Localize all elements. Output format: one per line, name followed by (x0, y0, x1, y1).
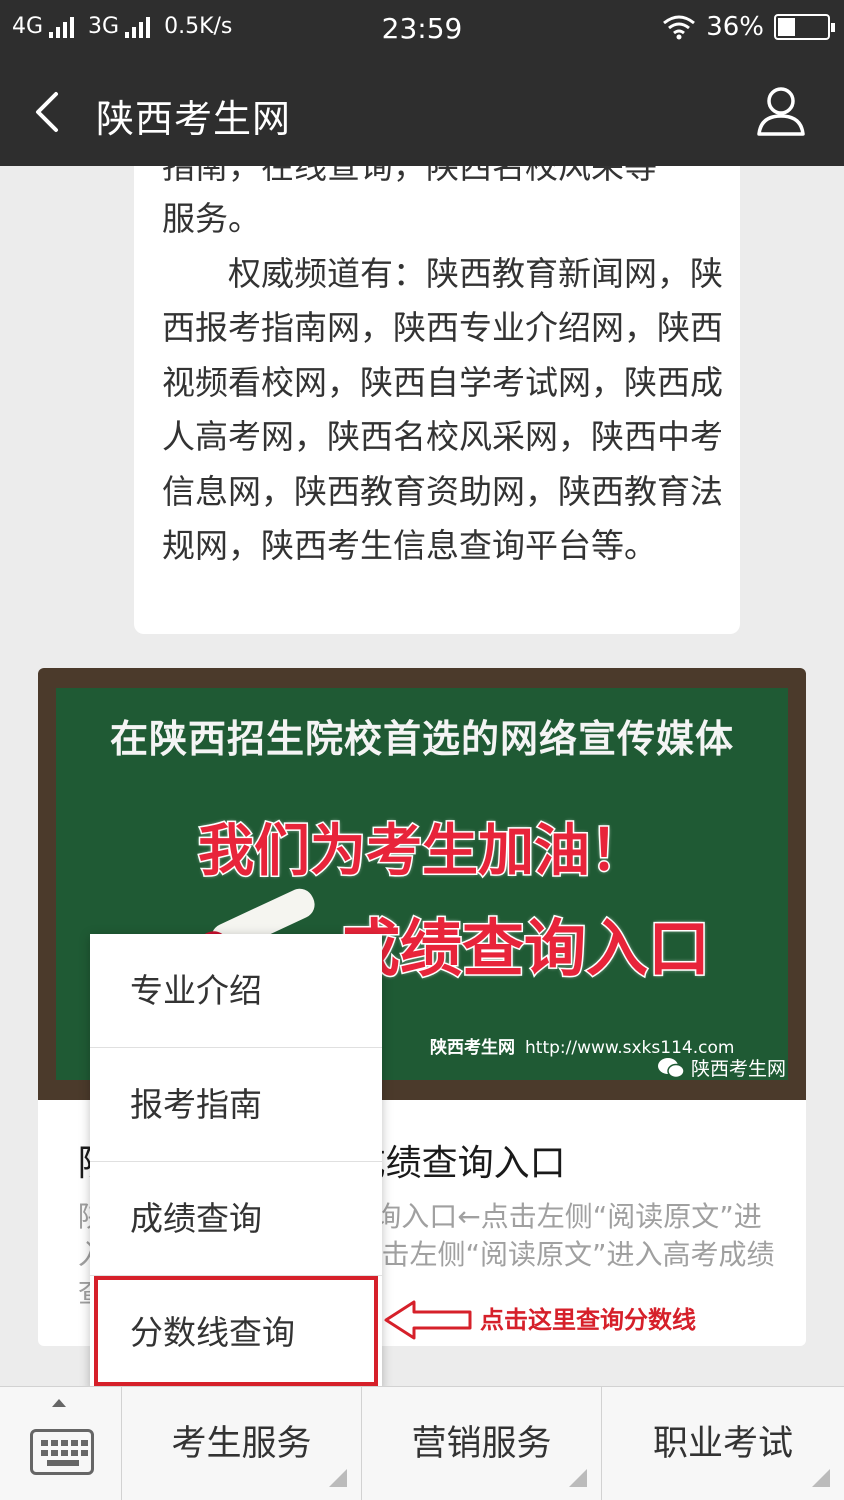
status-right: 36% (662, 12, 835, 42)
banner-watermark: 陕西考生网 (657, 1054, 786, 1081)
navigation-bar: 陕西考生网 (0, 58, 844, 166)
battery-fill (778, 18, 795, 36)
submenu-indicator-icon (329, 1469, 347, 1487)
banner-site-name: 陕西考生网 (430, 1038, 515, 1058)
caret-up-icon (52, 1399, 66, 1407)
back-icon[interactable] (28, 88, 68, 136)
keyboard-toggle-button[interactable] (0, 1387, 122, 1500)
menu-label: 职业考试 (652, 1424, 793, 1464)
menu-item-score-query[interactable]: 成绩查询 (90, 1162, 382, 1276)
wifi-icon (663, 15, 696, 40)
article-paragraph: 服务。 (162, 199, 261, 238)
article-text: 服务。 权威频道有：陕西教育新闻网，陕西报考指南网，陕西专业介绍网，陕西视频看校… (162, 192, 732, 574)
banner-line1: 在陕西招生院校首选的网络宣传媒体 (109, 717, 734, 761)
submenu-indicator-icon (812, 1469, 830, 1487)
article-cut-line: 指南，在线查询，陕西名校风采等 (162, 166, 657, 186)
menu-exam-services[interactable]: 考生服务 (122, 1387, 362, 1500)
menu-vocational-exams[interactable]: 职业考试 (602, 1387, 844, 1500)
annotation-hint: 点击这里查询分数线 (480, 1306, 696, 1334)
battery-percent: 36% (706, 12, 764, 42)
watermark-text: 陕西考生网 (690, 1058, 786, 1080)
banner-line2: 我们为考生加油！ (197, 818, 648, 886)
menu-label: 考生服务 (171, 1424, 312, 1464)
person-icon[interactable] (756, 84, 806, 138)
bottom-menu-bar: 考生服务 营销服务 职业考试 (0, 1386, 844, 1500)
menu-marketing-services[interactable]: 营销服务 (362, 1387, 602, 1500)
arrow-left-icon (384, 1300, 472, 1340)
banner-line3: 成绩查询入口 (336, 911, 711, 987)
article-bubble: 指南，在线查询，陕西名校风采等 服务。 权威频道有：陕西教育新闻网，陕西报考指南… (134, 166, 740, 634)
submenu-indicator-icon (569, 1469, 587, 1487)
keyboard-icon (30, 1429, 94, 1475)
status-bar: 4G 3G 0.5K/s 23:59 36% (0, 0, 844, 58)
article-paragraph: 权威频道有：陕西教育新闻网，陕西报考指南网，陕西专业介绍网，陕西视频看校网，陕西… (162, 253, 723, 566)
battery-icon (774, 14, 835, 40)
menu-label: 营销服务 (411, 1424, 552, 1464)
menu-item-major-intro[interactable]: 专业介绍 (90, 934, 382, 1048)
menu-item-exam-guide[interactable]: 报考指南 (90, 1048, 382, 1162)
wechat-icon (657, 1057, 685, 1078)
highlight-box (94, 1276, 378, 1386)
page-title: 陕西考生网 (96, 97, 292, 141)
